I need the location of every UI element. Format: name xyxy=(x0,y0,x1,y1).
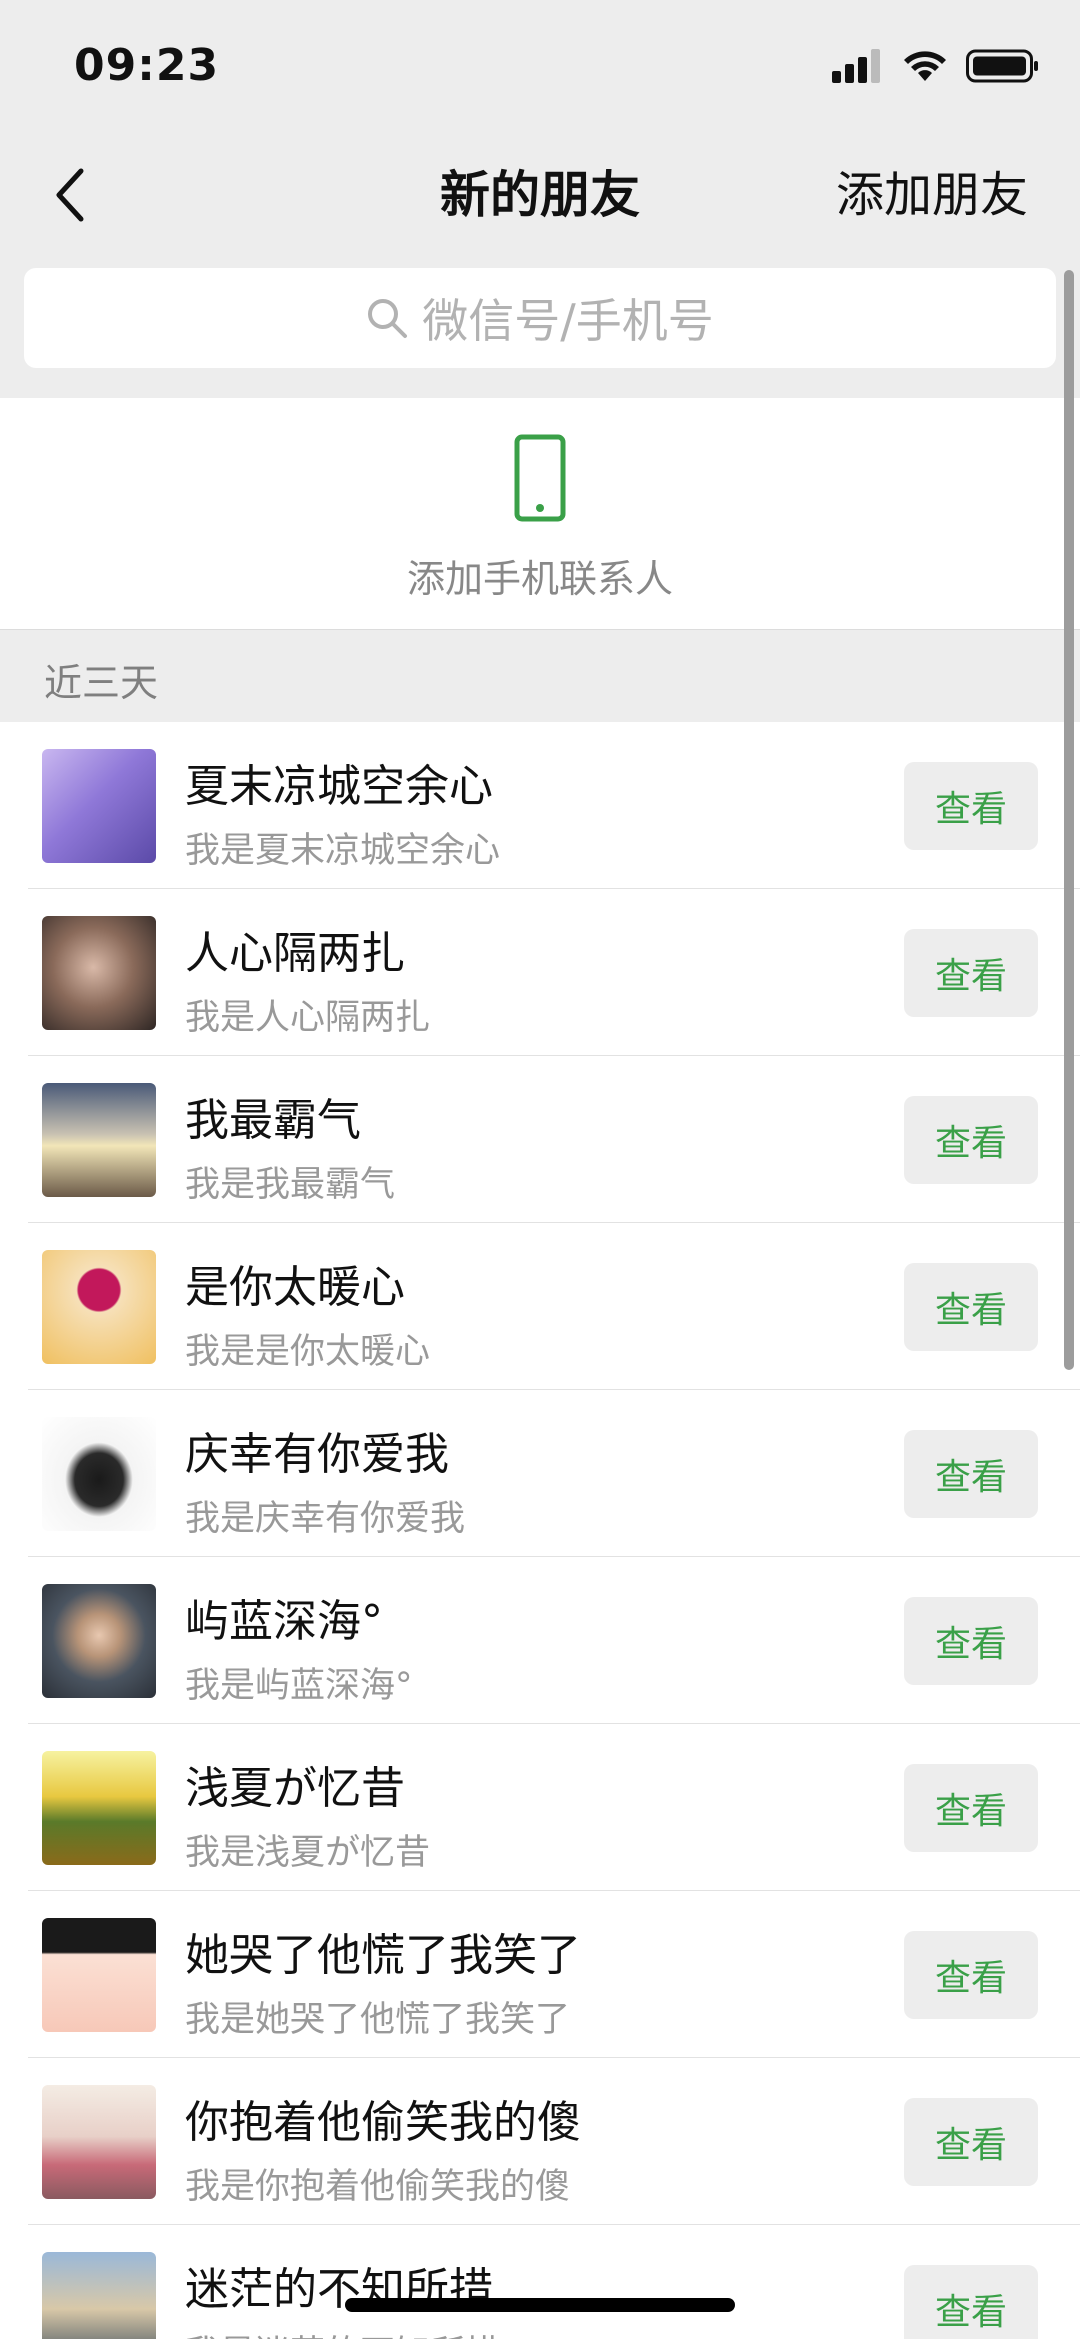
list-item[interactable]: 我最霸气 我是我最霸气 查看 xyxy=(0,1056,1080,1223)
avatar[interactable] xyxy=(42,1584,156,1698)
friend-message: 我是夏末凉城空余心 xyxy=(185,831,501,871)
friend-message: 我是她哭了他慌了我笑了 xyxy=(185,2000,571,2040)
status-time: 09:23 xyxy=(74,40,220,91)
list-item[interactable]: 迷茫的不知所措… 我是迷茫的不知所措 查看 xyxy=(0,2225,1080,2339)
avatar[interactable] xyxy=(42,1751,156,1865)
friend-name: 她哭了他慌了我笑了 xyxy=(185,1930,581,1981)
nav-bar: 新的朋友 添加朋友 xyxy=(0,130,1080,260)
avatar[interactable] xyxy=(42,2085,156,2199)
friend-name: 屿蓝深海° xyxy=(185,1596,383,1647)
view-button[interactable]: 查看 xyxy=(904,762,1038,850)
friend-message: 我是浅夏が忆昔 xyxy=(185,1833,431,1873)
battery-icon xyxy=(966,49,1038,83)
search-section: 微信号/手机号 xyxy=(0,260,1080,398)
add-phone-contacts[interactable]: 添加手机联系人 xyxy=(0,398,1080,630)
add-phone-label: 添加手机联系人 xyxy=(406,557,673,601)
friend-name: 是你太暖心 xyxy=(185,1262,405,1313)
view-button[interactable]: 查看 xyxy=(904,1096,1038,1184)
signal-icon xyxy=(832,49,880,83)
friend-name: 人心隔两扎 xyxy=(185,928,405,979)
friend-request-list: 夏末凉城空余心 我是夏末凉城空余心 查看 人心隔两扎 我是人心隔两扎 查看 我最… xyxy=(0,722,1080,2339)
list-item[interactable]: 浅夏が忆昔 我是浅夏が忆昔 查看 xyxy=(0,1724,1080,1891)
search-icon xyxy=(368,299,408,338)
avatar[interactable] xyxy=(42,749,156,863)
search-placeholder: 微信号/手机号 xyxy=(422,294,714,348)
list-item[interactable]: 屿蓝深海° 我是屿蓝深海° 查看 xyxy=(0,1557,1080,1724)
avatar[interactable] xyxy=(42,2252,156,2339)
friend-name: 浅夏が忆昔 xyxy=(185,1763,405,1814)
avatar[interactable] xyxy=(42,1083,156,1197)
phone-icon xyxy=(514,434,566,522)
list-item[interactable]: 庆幸有你爱我 我是庆幸有你爱我 查看 xyxy=(0,1390,1080,1557)
avatar[interactable] xyxy=(42,1417,156,1531)
friend-name: 庆幸有你爱我 xyxy=(185,1429,449,1480)
friend-message: 我是庆幸有你爱我 xyxy=(185,1499,466,1539)
home-indicator[interactable] xyxy=(345,2298,735,2312)
friend-message: 我是你抱着他偷笑我的傻 xyxy=(185,2167,571,2207)
list-item[interactable]: 人心隔两扎 我是人心隔两扎 查看 xyxy=(0,889,1080,1056)
view-button[interactable]: 查看 xyxy=(904,1764,1038,1852)
wifi-icon xyxy=(904,51,946,81)
list-item[interactable]: 夏末凉城空余心 我是夏末凉城空余心 查看 xyxy=(0,722,1080,889)
list-item[interactable]: 她哭了他慌了我笑了 我是她哭了他慌了我笑了 查看 xyxy=(0,1891,1080,2058)
avatar[interactable] xyxy=(42,1250,156,1364)
friend-message: 我是我最霸气 xyxy=(185,1165,396,1205)
avatar[interactable] xyxy=(42,916,156,1030)
friend-name: 我最霸气 xyxy=(185,1095,361,1146)
view-button[interactable]: 查看 xyxy=(904,1931,1038,2019)
view-button[interactable]: 查看 xyxy=(904,1430,1038,1518)
friend-name: 你抱着他偷笑我的傻 xyxy=(185,2097,581,2148)
friend-message: 我是迷茫的不知所措 xyxy=(185,2325,500,2339)
friend-message: 我是是你太暖心 xyxy=(185,1332,431,1372)
search-input[interactable]: 微信号/手机号 xyxy=(24,268,1056,368)
view-button[interactable]: 查看 xyxy=(904,2098,1038,2186)
view-button[interactable]: 查看 xyxy=(904,1263,1038,1351)
avatar[interactable] xyxy=(42,1918,156,2032)
friend-message: 我是屿蓝深海° xyxy=(185,1666,413,1706)
list-item[interactable]: 你抱着他偷笑我的傻 我是你抱着他偷笑我的傻 查看 xyxy=(0,2058,1080,2225)
list-item[interactable]: 是你太暖心 我是是你太暖心 查看 xyxy=(0,1223,1080,1390)
friend-message: 我是人心隔两扎 xyxy=(185,998,431,1038)
section-header: 近三天 xyxy=(0,630,1080,722)
add-friend-button[interactable]: 添加朋友 xyxy=(836,160,1028,230)
scrollbar[interactable] xyxy=(1064,270,1074,1370)
view-button[interactable]: 查看 xyxy=(904,2265,1038,2339)
section-label: 近三天 xyxy=(44,661,159,705)
view-button[interactable]: 查看 xyxy=(904,929,1038,1017)
view-button[interactable]: 查看 xyxy=(904,1597,1038,1685)
status-icons xyxy=(832,46,1040,86)
friend-name: 夏末凉城空余心 xyxy=(185,761,493,812)
status-bar: 09:23 xyxy=(0,0,1080,130)
